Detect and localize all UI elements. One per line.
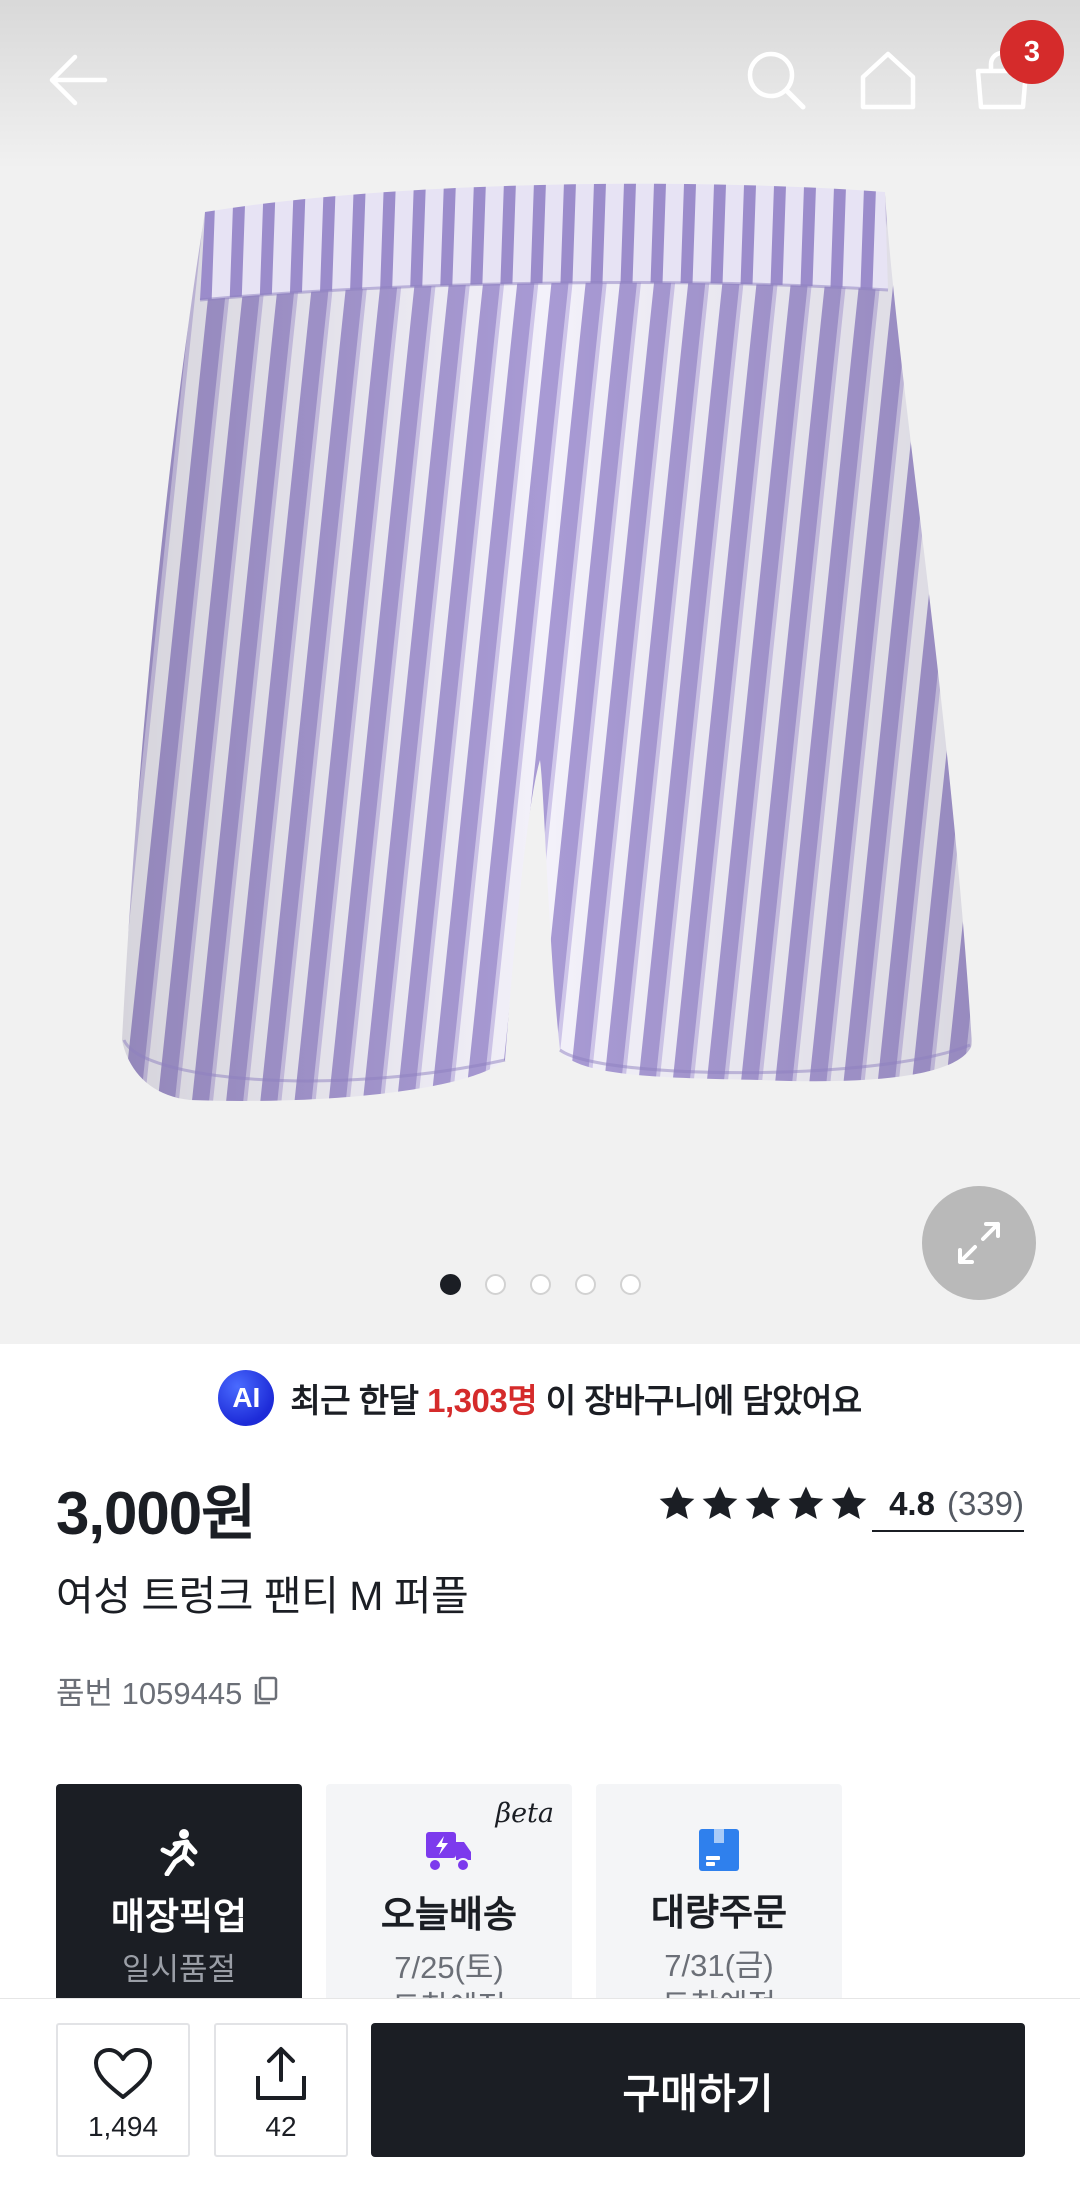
beta-tag: βeta [495, 1798, 554, 1829]
buy-button[interactable]: 구매하기 [371, 2023, 1025, 2157]
review-count: (339) [946, 1485, 1024, 1522]
option-title: 대량주문 [650, 1892, 788, 1933]
star-icon [788, 1486, 824, 1519]
heart-icon [94, 2048, 152, 2099]
gallery-pagination [0, 1274, 1080, 1298]
star-icon [659, 1486, 695, 1519]
star-icon [702, 1486, 738, 1519]
search-button[interactable] [736, 40, 816, 120]
product-photo [122, 183, 972, 1101]
search-icon [747, 51, 806, 110]
option-bulk-order[interactable]: 대량주문 7/31(금) 도착예정 [596, 1784, 842, 2023]
home-icon [860, 51, 916, 110]
pagination-dot[interactable] [529, 1274, 551, 1295]
product-detail-page: 3 AI 최근 한달 1,303명 이 장바구니에 담았어요 3,000원 4.… [0, 0, 1080, 2203]
rating-summary[interactable]: 4.8 (339) [657, 1480, 1024, 1528]
share-count: 42 [265, 2111, 297, 2142]
like-button[interactable]: 1,494 [56, 2023, 190, 2157]
rating-score: 4.8 [889, 1485, 935, 1522]
product-price: 3,000원 [56, 1480, 256, 1547]
copy-icon[interactable] [252, 1675, 280, 1707]
option-today-delivery[interactable]: βeta 오늘배송 7/25(토) 도착예정 [326, 1784, 572, 2025]
product-sku: 품번 1059445 [56, 1668, 280, 1713]
ai-badge: AI [218, 1370, 275, 1426]
star-icon [831, 1486, 867, 1519]
arrow-left-icon [49, 54, 108, 106]
share-button[interactable]: 42 [214, 2023, 348, 2157]
pagination-dot[interactable] [484, 1274, 506, 1295]
product-image-gallery[interactable]: 3 [0, 0, 1080, 1344]
delivery-scooter-icon [426, 1832, 471, 1872]
runner-icon [160, 1829, 198, 1876]
ai-banner-count: 1,303명 [427, 1382, 538, 1419]
option-store-pickup[interactable]: 매장픽업 일시품절 [56, 1784, 302, 2014]
option-status: 일시품절 [121, 1952, 237, 1987]
ai-banner-prefix: 최근 한달 [290, 1382, 419, 1419]
pagination-dot[interactable] [619, 1274, 641, 1295]
ai-cart-banner: AI 최근 한달 1,303명 이 장바구니에 담았어요 [0, 1344, 1080, 1452]
expand-icon [958, 1222, 1000, 1264]
option-title: 오늘배송 [380, 1894, 518, 1935]
ai-banner-suffix: 이 장바구니에 담았어요 [545, 1382, 862, 1419]
bottom-action-bar: 1,494 42 구매하기 [0, 1998, 1080, 2203]
back-button[interactable] [38, 40, 118, 120]
product-name: 여성 트렁크 팬티 M 퍼플 [56, 1573, 469, 1619]
home-button[interactable] [848, 40, 928, 120]
cart-count-badge: 3 [1000, 20, 1064, 84]
sku-text: 품번 1059445 [56, 1676, 243, 1711]
rating-stars [657, 1484, 869, 1524]
option-date: 7/25(토) [394, 1950, 504, 1985]
option-date: 7/31(금) [664, 1948, 774, 1983]
ai-banner-text: 최근 한달 1,303명 이 장바구니에 담았어요 [290, 1374, 862, 1422]
pagination-dot[interactable] [439, 1274, 461, 1295]
box-icon [699, 1829, 739, 1871]
rating-link-underline [872, 1530, 1024, 1532]
like-count: 1,494 [87, 2111, 159, 2142]
pagination-dot[interactable] [574, 1274, 596, 1295]
share-icon [256, 2047, 306, 2100]
option-title: 매장픽업 [110, 1896, 248, 1937]
star-icon [745, 1486, 781, 1519]
